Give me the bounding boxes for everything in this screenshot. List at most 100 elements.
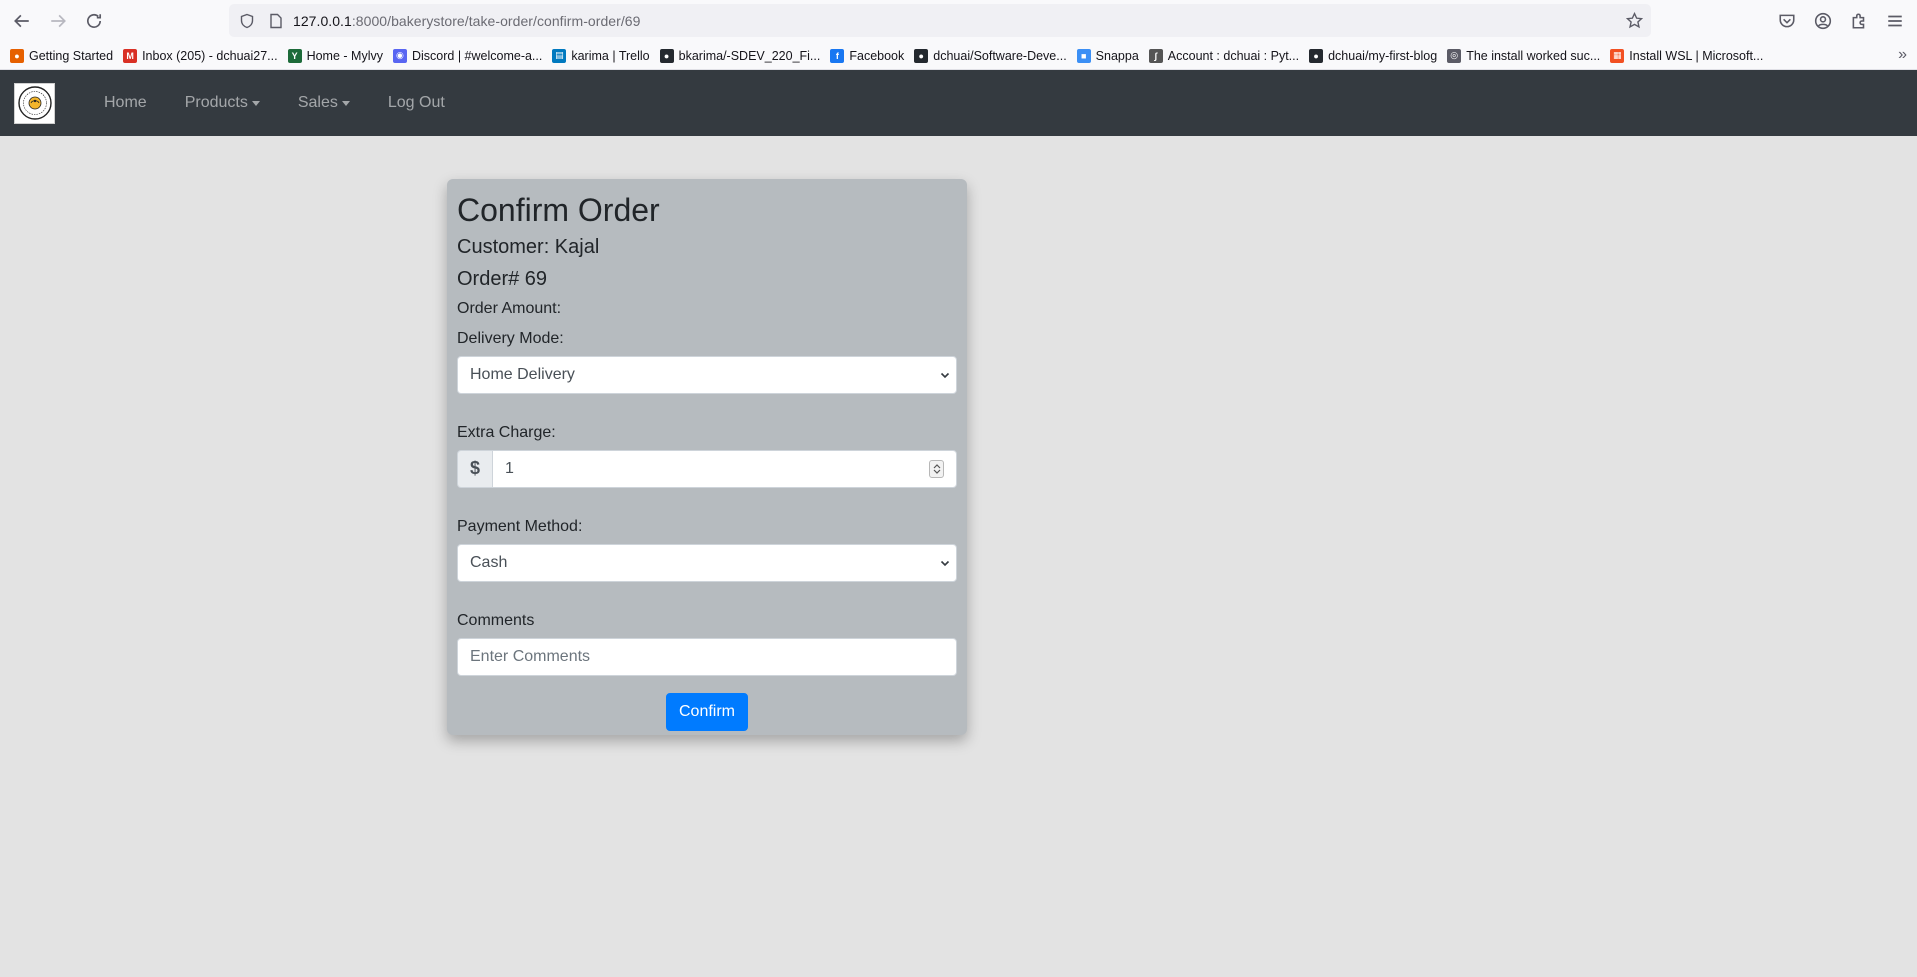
- nav-sales-label: Sales: [297, 94, 338, 111]
- nav-links: Home Products Sales Log Out: [85, 94, 464, 112]
- customer-name: Customer: Kajal: [457, 236, 600, 259]
- account-icon: [1814, 12, 1832, 30]
- bakery-logo-icon: [17, 86, 52, 120]
- chevron-down-icon: [940, 561, 950, 567]
- bookmark-label: The install worked suc...: [1466, 48, 1601, 63]
- hamburger-icon: [1888, 15, 1902, 27]
- caret-down-icon: [251, 100, 260, 106]
- nav-logout-label: Log Out: [387, 94, 445, 111]
- currency-addon: $: [457, 449, 492, 488]
- bookmark-label: Install WSL | Microsoft...: [1629, 48, 1764, 63]
- page-icon: [270, 13, 282, 28]
- arrow-right-icon: [51, 14, 66, 28]
- pocket-button[interactable]: [1769, 3, 1805, 39]
- bookmark-item[interactable]: f Facebook: [830, 48, 905, 63]
- url-bar[interactable]: 127.0.0.1:8000/bakerystore/take-order/co…: [229, 4, 1651, 37]
- reload-icon: [86, 13, 102, 28]
- comments-input[interactable]: Enter Comments: [457, 638, 957, 677]
- extra-charge-value: 1: [505, 459, 514, 477]
- nav-products-label: Products: [184, 94, 248, 111]
- bookmark-item[interactable]: ● dchuai/Software-Deve...: [914, 48, 1067, 63]
- url-text[interactable]: 127.0.0.1:8000/bakerystore/take-order/co…: [293, 13, 640, 29]
- comments-placeholder: Enter Comments: [470, 648, 591, 666]
- reload-button[interactable]: [76, 3, 112, 39]
- pythonanywhere-icon: ∫: [1148, 48, 1163, 63]
- bookmark-label: bkarima/-SDEV_220_Fi...: [678, 48, 821, 63]
- microsoft-icon: ▦: [1610, 48, 1625, 63]
- toolbar-right: [1769, 0, 1917, 42]
- bookmark-item[interactable]: ∫ Account : dchuai : Pyt...: [1148, 48, 1300, 63]
- github-icon: ●: [914, 48, 929, 63]
- facebook-icon: f: [830, 48, 845, 63]
- comments-label: Comments: [457, 612, 535, 630]
- bookmark-item[interactable]: ◉ Discord | #welcome-a...: [392, 48, 543, 63]
- discord-icon: ◉: [392, 48, 407, 63]
- snappa-icon: ■: [1076, 48, 1091, 63]
- bookmark-label: dchuai/Software-Deve...: [933, 48, 1067, 63]
- number-spinner[interactable]: [929, 459, 944, 478]
- bakery-logo[interactable]: [14, 82, 55, 124]
- bookmark-item[interactable]: ▤ karima | Trello: [552, 48, 650, 63]
- firefox-icon: ●: [10, 48, 24, 63]
- url-path: :8000/bakerystore/take-order/confirm-ord…: [351, 12, 641, 29]
- delivery-mode-select[interactable]: Home Delivery: [457, 355, 957, 394]
- bookmark-item[interactable]: Y Home - Mylvy: [287, 48, 383, 63]
- bookmark-item[interactable]: ● bkarima/-SDEV_220_Fi...: [659, 48, 821, 63]
- extra-charge-input[interactable]: 1: [492, 449, 957, 488]
- bookmark-label: Getting Started: [29, 48, 114, 63]
- nav-logout[interactable]: Log Out: [369, 94, 464, 112]
- bookmarks-bar: ● Getting Started M Inbox (205) - dchuai27.…: [0, 42, 1917, 70]
- menu-button[interactable]: [1877, 3, 1913, 39]
- extensions-button[interactable]: [1841, 3, 1877, 39]
- bookmark-item[interactable]: ● dchuai/my-first-blog: [1309, 48, 1438, 63]
- nav-home-label: Home: [104, 94, 147, 111]
- nav-sales-dropdown[interactable]: Sales: [279, 94, 369, 112]
- order-amount: Order Amount:: [457, 300, 562, 318]
- arrow-left-icon: [14, 14, 29, 28]
- bookmark-label: Home - Mylvy: [306, 48, 383, 63]
- caret-down-icon: [341, 100, 350, 106]
- extra-charge-label: Extra Charge:: [457, 423, 556, 441]
- chevron-double-right-icon[interactable]: »: [1898, 46, 1907, 64]
- github-icon: ●: [659, 48, 674, 63]
- back-button[interactable]: [4, 3, 40, 39]
- bookmark-item[interactable]: ■ Snappa: [1076, 48, 1139, 63]
- order-number: Order# 69: [457, 268, 548, 291]
- url-host: 127.0.0.1: [293, 12, 352, 29]
- bookmark-label: Discord | #welcome-a...: [411, 48, 543, 63]
- bookmark-item[interactable]: M Inbox (205) - dchuai27...: [123, 48, 278, 63]
- gmail-icon: M: [123, 48, 138, 63]
- pocket-icon: [1779, 14, 1795, 28]
- account-button[interactable]: [1805, 3, 1841, 39]
- chevron-down-icon: [940, 372, 950, 378]
- bookmark-label: dchuai/my-first-blog: [1328, 48, 1438, 63]
- app-navbar: Home Products Sales Log Out: [0, 70, 1917, 136]
- payment-method-label: Payment Method:: [457, 517, 583, 535]
- bookmark-label: karima | Trello: [571, 48, 650, 63]
- delivery-mode-value: Home Delivery: [470, 365, 575, 383]
- button-row: Confirm: [457, 693, 957, 732]
- nav-home[interactable]: Home: [85, 94, 166, 112]
- bookmark-label: Inbox (205) - dchuai27...: [142, 48, 278, 63]
- spin-down-icon[interactable]: [933, 469, 941, 475]
- payment-method-select[interactable]: Cash: [457, 544, 957, 583]
- bookmark-item[interactable]: ▦ Install WSL | Microsoft...: [1610, 48, 1764, 63]
- bookmark-item[interactable]: ◎ The install worked suc...: [1447, 48, 1601, 63]
- forward-button[interactable]: [40, 3, 76, 39]
- confirm-button[interactable]: Confirm: [665, 693, 748, 732]
- shield-icon[interactable]: [239, 13, 255, 29]
- github-icon: ●: [1309, 48, 1324, 63]
- nav-products-dropdown[interactable]: Products: [166, 94, 279, 112]
- trello-icon: ▤: [552, 48, 567, 63]
- bookmark-label: Account : dchuai : Pyt...: [1167, 48, 1300, 63]
- page-title: Confirm Order: [457, 192, 660, 228]
- mylvy-icon: Y: [287, 48, 302, 63]
- browser-toolbar: 127.0.0.1:8000/bakerystore/take-order/co…: [0, 0, 1917, 42]
- extra-charge-group: $ 1: [457, 449, 957, 488]
- puzzle-icon: [1852, 13, 1865, 29]
- bookmark-item[interactable]: ● Getting Started: [10, 48, 114, 63]
- payment-method-value: Cash: [470, 554, 508, 572]
- bookmark-star-icon[interactable]: [1626, 12, 1643, 29]
- bookmark-label: Facebook: [849, 48, 905, 63]
- confirm-order-card: Confirm Order Customer: Kajal Order# 69 …: [447, 179, 967, 735]
